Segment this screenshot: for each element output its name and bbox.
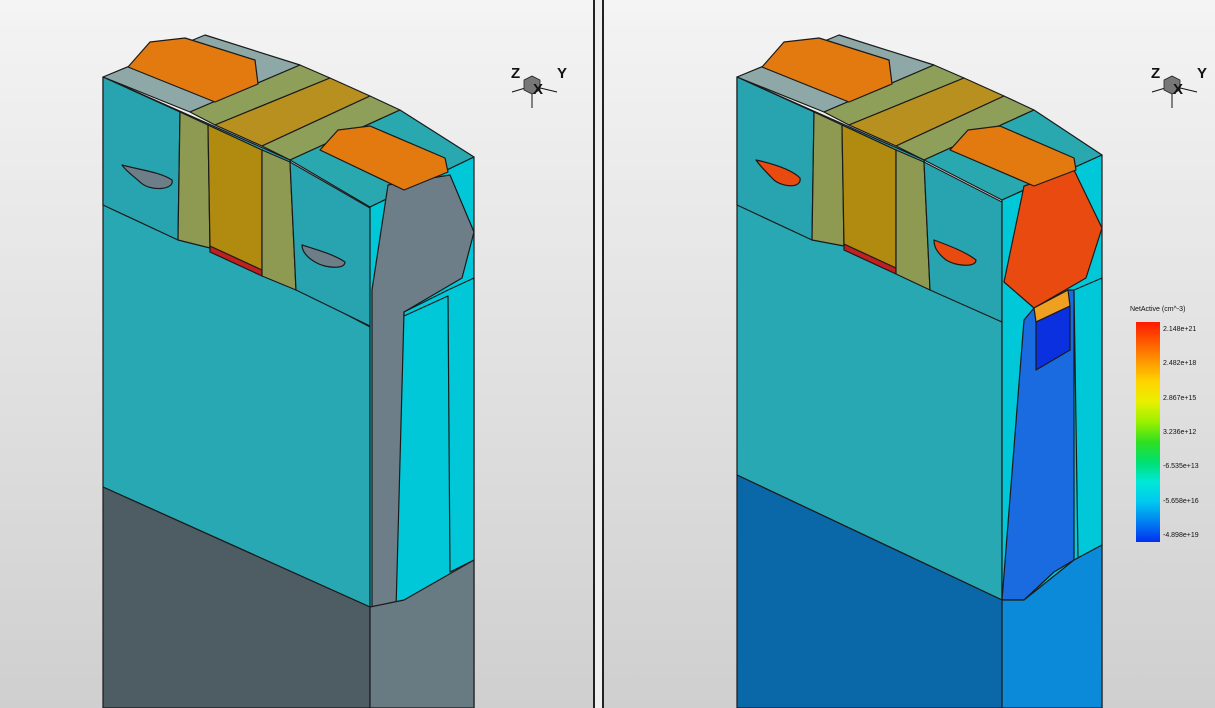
orientation-triad: Z Y X xyxy=(511,65,567,108)
color-legend: NetActive (cm^-3) 2.148e+21 2.482e+18 2.86… xyxy=(1130,306,1210,542)
device-doping-view xyxy=(736,34,1103,708)
axis-x-label: X xyxy=(533,81,543,98)
axis-y-label: Y xyxy=(557,65,567,82)
spacer-left xyxy=(177,111,211,249)
axis-z-label: Z xyxy=(1151,65,1160,82)
legend-tick-label: -4.898e+19 xyxy=(1163,531,1199,539)
legend-tick-label: 3.236e+12 xyxy=(1163,428,1197,436)
axis-z-label: Z xyxy=(511,65,520,82)
legend-tick-label: 2.482e+18 xyxy=(1163,360,1197,368)
axis-x-label: X xyxy=(1173,81,1183,98)
left-viewport[interactable]: Z Y X xyxy=(0,0,593,708)
viewport-divider[interactable] xyxy=(593,0,604,708)
legend-tick-label: -5.658e+16 xyxy=(1163,497,1199,505)
orientation-triad: Z Y X xyxy=(1151,65,1207,108)
spacer-left xyxy=(811,111,845,247)
legend-tick-label: 2.148e+21 xyxy=(1163,326,1197,333)
axis-y-label: Y xyxy=(1197,65,1207,82)
right-viewport[interactable]: Z Y X NetActive (cm^-3) 2.148e+21 2.482e+… xyxy=(604,0,1215,708)
side-strip xyxy=(1073,277,1103,559)
legend-title: NetActive (cm^-3) xyxy=(1130,306,1186,313)
legend-tick-label: -6.535e+13 xyxy=(1163,463,1199,471)
legend-color-bar xyxy=(1136,322,1160,542)
legend-tick-label: 2.867e+15 xyxy=(1163,394,1197,402)
